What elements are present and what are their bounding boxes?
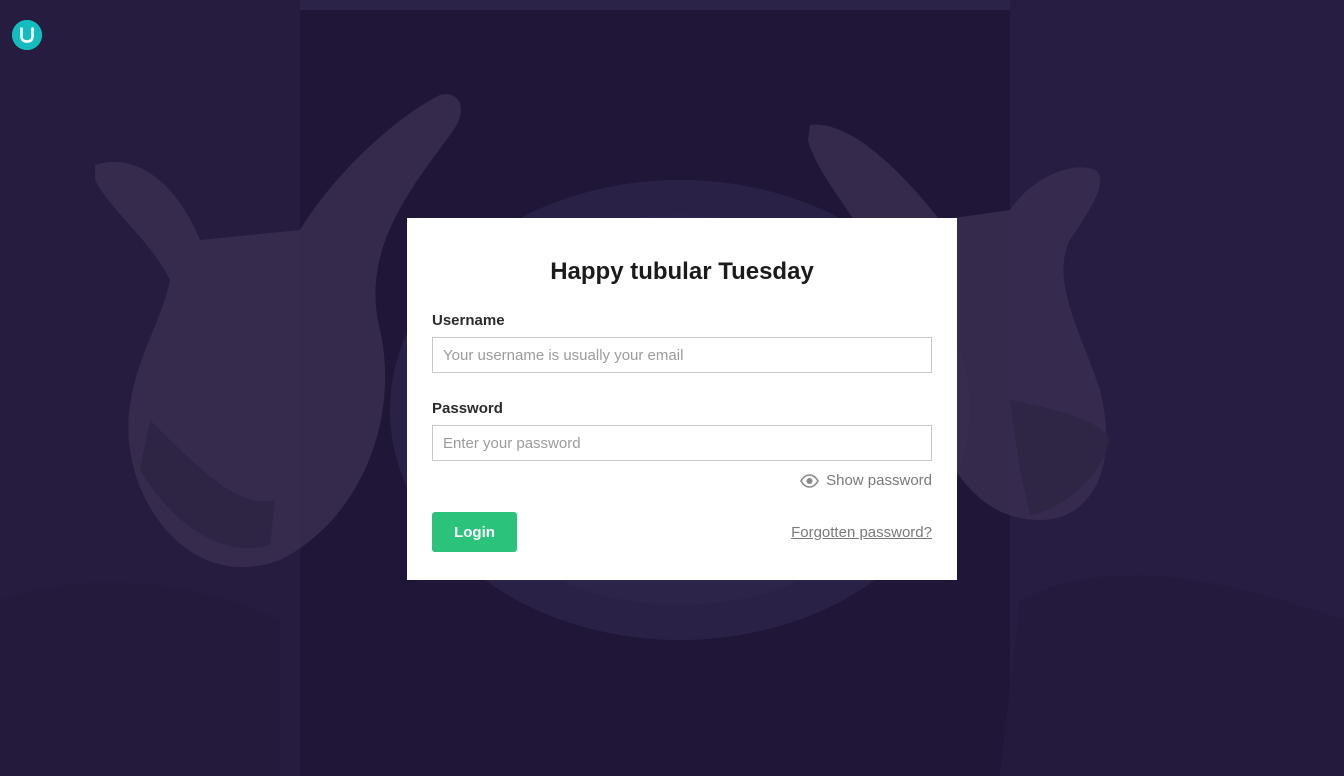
eye-icon — [800, 474, 820, 488]
password-input[interactable] — [432, 425, 932, 461]
password-label: Password — [432, 400, 503, 417]
username-input[interactable] — [432, 337, 932, 373]
show-password-row: Show password — [432, 471, 932, 491]
login-page: Happy tubular Tuesday Username Password … — [0, 0, 1344, 776]
login-title: Happy tubular Tuesday — [550, 258, 814, 285]
show-password-toggle[interactable]: Show password — [800, 471, 932, 491]
login-card: Happy tubular Tuesday Username Password … — [407, 218, 957, 580]
show-password-label: Show password — [826, 472, 932, 489]
login-button[interactable]: Login — [432, 512, 517, 552]
umbraco-logo-icon[interactable] — [12, 20, 42, 50]
forgot-password-link[interactable]: Forgotten password? — [791, 524, 932, 541]
username-label: Username — [432, 312, 505, 329]
actions-row: Login Forgotten password? — [432, 512, 932, 552]
